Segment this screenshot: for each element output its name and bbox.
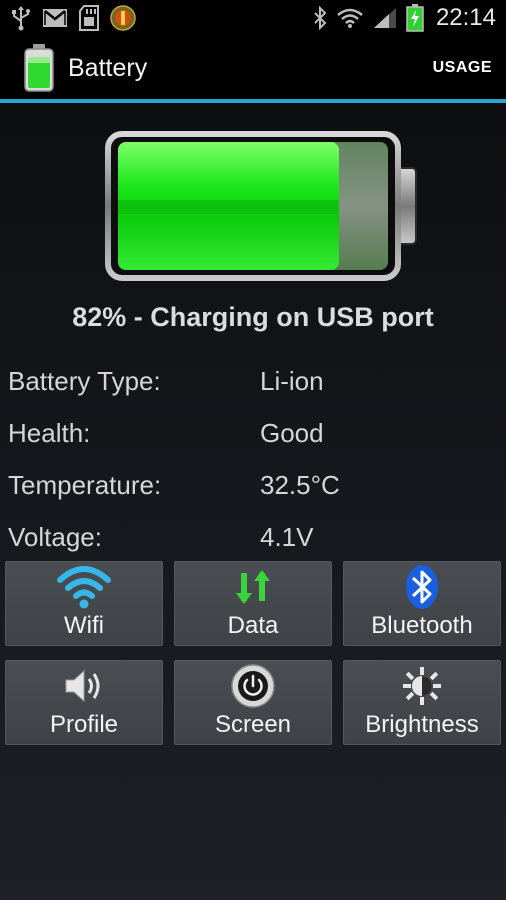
usage-button[interactable]: USAGE [431, 51, 494, 85]
notification-app-icon [110, 5, 136, 31]
info-row-battery-type: Battery Type: Li-ion [8, 355, 498, 407]
wifi-signal-icon [336, 6, 364, 30]
info-value: 32.5°C [260, 469, 340, 500]
info-label: Battery Type: [8, 365, 161, 396]
toggle-label: Bluetooth [371, 612, 473, 639]
bluetooth-toggle-button[interactable]: Bluetooth [343, 561, 501, 646]
brightness-icon [402, 661, 442, 710]
status-bar-left [0, 5, 136, 31]
info-value: 4.1V [260, 521, 314, 552]
brightness-toggle-button[interactable]: Brightness [343, 660, 501, 745]
info-label: Health: [8, 417, 91, 448]
page-title: Battery [68, 53, 148, 82]
info-row-voltage: Voltage: 4.1V [8, 511, 498, 563]
battery-status-text: 82% - Charging on USB port [72, 302, 434, 332]
battery-charging-icon [406, 4, 424, 32]
clock: 22:14 [435, 4, 496, 31]
sd-card-icon [78, 5, 100, 31]
usb-icon [10, 5, 32, 31]
action-bar: Battery USAGE [0, 36, 506, 100]
toggle-label: Screen [214, 711, 292, 738]
screen-toggle-button[interactable]: Screen [174, 660, 332, 745]
profile-toggle-button[interactable]: Profile [5, 660, 163, 745]
data-arrows-icon [233, 562, 273, 611]
status-bar-right: 22:14 [312, 4, 506, 32]
speaker-icon [63, 661, 105, 710]
toggle-label: Data [227, 612, 279, 639]
gmail-icon [42, 8, 68, 28]
bluetooth-icon [312, 6, 328, 30]
toggle-label: Profile [49, 711, 119, 738]
wifi-icon [57, 562, 111, 611]
action-bar-divider [0, 99, 506, 103]
cell-signal-icon [372, 6, 398, 30]
power-icon [230, 661, 276, 710]
battery-level-graphic [104, 130, 420, 282]
battery-info-list: Battery Type: Li-ion Health: Good Temper… [8, 355, 498, 563]
info-label: Temperature: [8, 469, 162, 500]
info-row-health: Health: Good [8, 407, 498, 459]
bluetooth-icon [405, 562, 439, 611]
toggle-label: Brightness [365, 711, 479, 738]
toggle-label: Wifi [64, 612, 104, 639]
info-row-temperature: Temperature: 32.5°C [8, 459, 498, 511]
data-toggle-button[interactable]: Data [174, 561, 332, 646]
battery-app-icon [22, 43, 56, 93]
info-value: Li-ion [260, 365, 324, 396]
info-value: Good [260, 417, 324, 448]
quick-toggle-grid: Wifi Data Bluetooth Profile Screen Brigh… [5, 561, 501, 745]
info-label: Voltage: [8, 521, 102, 552]
wifi-toggle-button[interactable]: Wifi [5, 561, 163, 646]
status-bar: 22:14 [0, 0, 506, 36]
